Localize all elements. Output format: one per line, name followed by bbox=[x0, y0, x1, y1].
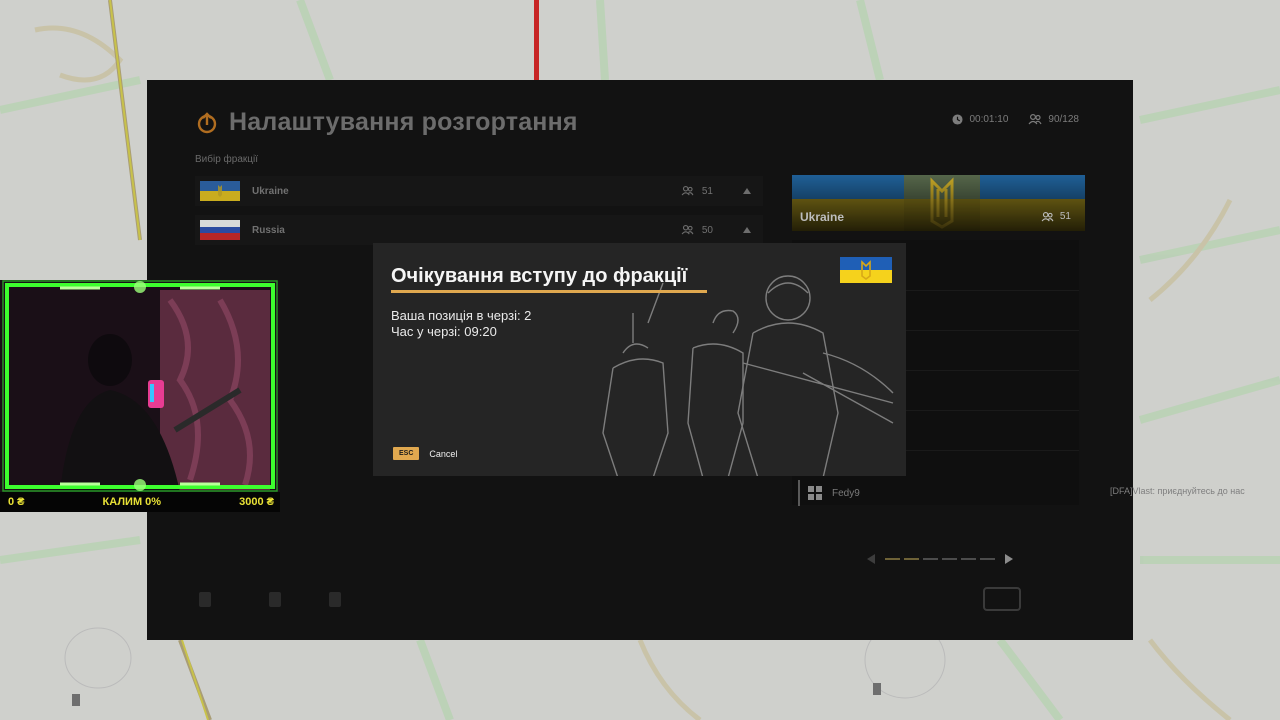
hint-key-esc: ​ bbox=[199, 592, 211, 607]
faction-count-value: 51 bbox=[701, 185, 713, 197]
confirm-hint bbox=[983, 587, 1021, 611]
players-icon bbox=[681, 225, 694, 235]
faction-count-value: 50 bbox=[701, 224, 713, 236]
banner-count-value: 51 bbox=[1059, 211, 1071, 222]
expand-arrow-icon[interactable] bbox=[743, 227, 751, 233]
players-stat: 90/128 bbox=[1028, 114, 1079, 125]
banner-faction-count: 51 bbox=[1041, 211, 1071, 222]
pager-next-icon[interactable] bbox=[1005, 554, 1013, 564]
faction-count: 50 bbox=[681, 225, 713, 236]
hint-key-chat: ​ bbox=[269, 592, 281, 607]
faction-select-label: Вибір фракції bbox=[195, 154, 258, 165]
title-underline bbox=[391, 290, 707, 293]
pager bbox=[867, 554, 1013, 564]
players-icon bbox=[1041, 211, 1054, 221]
esc-key-badge[interactable]: ESC bbox=[393, 447, 420, 460]
queue-dialog: Очікування вступу до фракції Ваша позиці… bbox=[373, 243, 906, 476]
roster-item[interactable]: Fedy9 bbox=[798, 480, 1088, 506]
hint-key-groups: ​ bbox=[329, 592, 341, 607]
chat-message: [DFA]Vlast: приєднуйтесь до нас bbox=[1110, 486, 1245, 496]
stat-left: 0 ₴ bbox=[8, 496, 25, 508]
bottom-hints: ​ ​ ​ bbox=[199, 592, 341, 607]
pager-dot[interactable] bbox=[904, 558, 919, 560]
pager-dot[interactable] bbox=[923, 558, 938, 560]
pager-dot[interactable] bbox=[942, 558, 957, 560]
players-icon bbox=[681, 186, 694, 196]
russia-flag-icon bbox=[200, 220, 240, 240]
selected-faction-banner: Ukraine 51 bbox=[792, 175, 1085, 231]
expand-arrow-icon[interactable] bbox=[743, 188, 751, 194]
webcam-stats-bar: 0 ₴ КАЛИМ 0% 3000 ₴ bbox=[0, 492, 280, 512]
pager-prev-icon[interactable] bbox=[867, 554, 875, 564]
players-icon bbox=[1028, 114, 1042, 125]
pager-dot[interactable] bbox=[980, 558, 995, 560]
queue-position: Ваша позиція в черзі: 2 bbox=[391, 308, 532, 323]
queue-time: Час у черзі: 09:20 bbox=[391, 324, 497, 339]
banner-faction-name: Ukraine bbox=[800, 210, 845, 224]
windows-icon bbox=[808, 486, 822, 500]
dialog-title: Очікування вступу до фракції bbox=[391, 265, 688, 287]
dialog-actions: ESC Cancel bbox=[393, 447, 457, 460]
stat-center: КАЛИМ 0% bbox=[102, 496, 162, 508]
webcam-overlay: 0 ₴ КАЛИМ 0% 3000 ₴ bbox=[0, 280, 280, 512]
faction-row-ukraine[interactable]: Ukraine 51 bbox=[195, 176, 763, 206]
faction-row-russia[interactable]: Russia 50 bbox=[195, 215, 763, 245]
stat-right: 3000 ₴ bbox=[239, 496, 274, 508]
roster-player-name: Fedy9 bbox=[832, 487, 860, 499]
spawn-icon bbox=[197, 111, 217, 133]
faction-name: Russia bbox=[252, 224, 285, 236]
ukraine-flag-icon bbox=[200, 181, 240, 201]
cancel-button[interactable]: Cancel bbox=[429, 449, 457, 459]
webcam-feed bbox=[0, 280, 280, 492]
timer-stat: 00:01:10 bbox=[952, 114, 1008, 125]
faction-name: Ukraine bbox=[252, 185, 289, 197]
panel-header: Налаштування розгортання bbox=[195, 108, 578, 137]
header-stats: 00:01:10 90/128 bbox=[952, 114, 1079, 125]
players-value: 90/128 bbox=[1048, 114, 1079, 125]
pager-dot[interactable] bbox=[961, 558, 976, 560]
queue-info: Ваша позиція в черзі: 2 Час у черзі: 09:… bbox=[391, 308, 531, 340]
timer-value: 00:01:10 bbox=[969, 114, 1009, 125]
clock-icon bbox=[952, 114, 964, 125]
ukraine-flag-icon bbox=[840, 257, 892, 283]
pager-dot[interactable] bbox=[885, 558, 900, 560]
confirm-key-icon bbox=[983, 587, 1021, 611]
page-title: Налаштування розгортання bbox=[229, 108, 578, 136]
faction-count: 51 bbox=[681, 186, 713, 197]
